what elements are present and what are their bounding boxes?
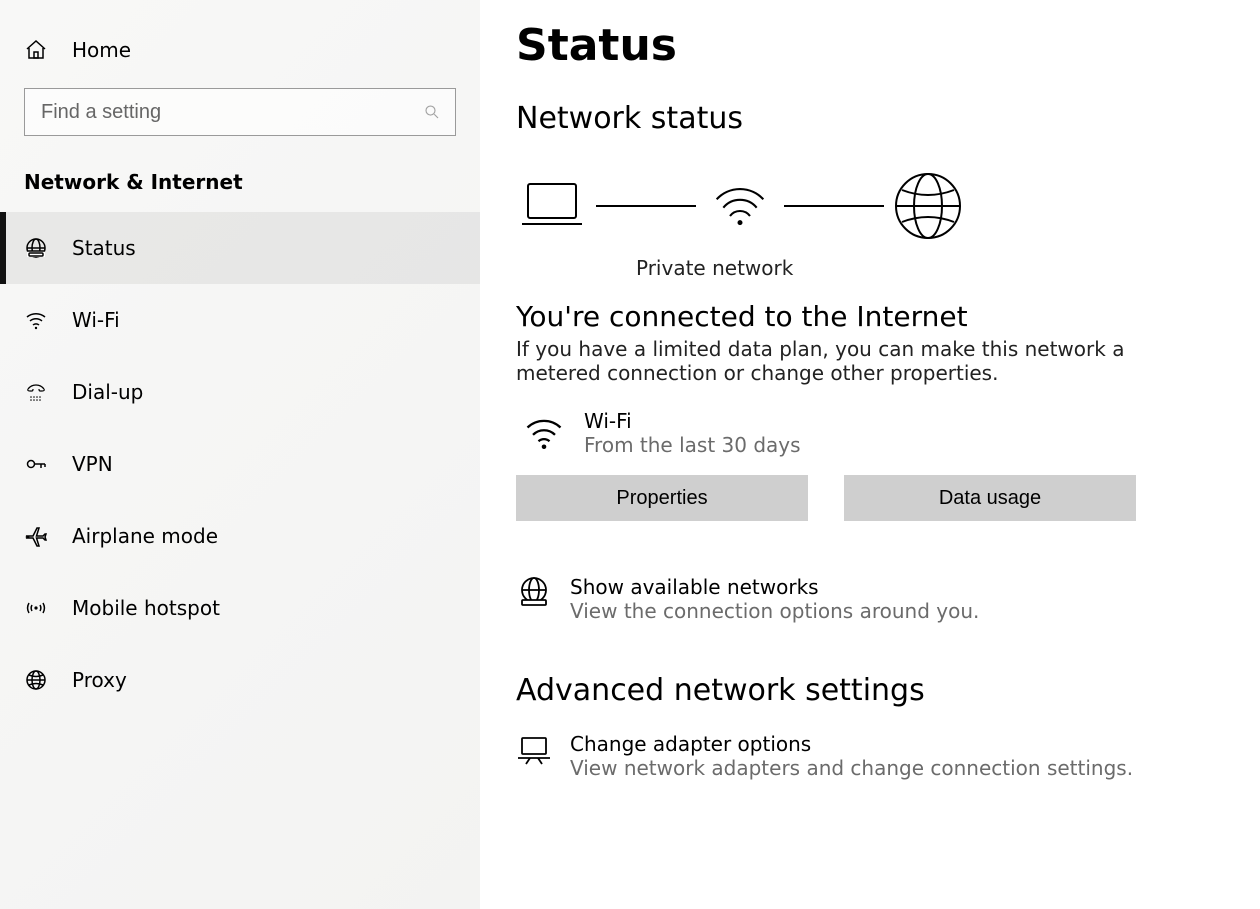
sidebar-item-airplane[interactable]: Airplane mode [0,500,480,572]
wifi-icon [704,170,776,242]
sidebar-home-label: Home [72,38,131,62]
sidebar-category: Network & Internet [0,152,480,212]
wifi-icon [522,411,566,455]
change-adapter-options[interactable]: Change adapter options View network adap… [516,732,1220,780]
settings-search[interactable] [24,88,456,136]
sidebar-item-vpn[interactable]: VPN [0,428,480,500]
sidebar-item-hotspot[interactable]: Mobile hotspot [0,572,480,644]
connected-heading: You're connected to the Internet [516,300,1220,333]
sidebar-item-proxy[interactable]: Proxy [0,644,480,716]
search-container [24,88,456,136]
network-label: Private network [516,256,1220,280]
link-title: Change adapter options [570,732,1133,756]
sidebar-item-label: Proxy [72,668,127,692]
data-usage-button[interactable]: Data usage [844,475,1136,521]
link-sub: View the connection options around you. [570,599,979,623]
connector-line [784,205,884,207]
sidebar-item-label: Dial-up [72,380,143,404]
vpn-icon [24,452,48,476]
connector-line [596,205,696,207]
connection-sub: From the last 30 days [584,433,801,457]
sidebar-item-label: Wi-Fi [72,308,120,332]
sidebar-item-label: Status [72,236,136,260]
sidebar-home[interactable]: Home [0,28,480,72]
dialup-icon [24,380,48,404]
hotspot-icon [24,596,48,620]
settings-sidebar: Home Network & Internet Sta [0,0,480,909]
link-sub: View network adapters and change connect… [570,756,1133,780]
main-content: Status Network status [480,0,1260,909]
sidebar-item-label: Airplane mode [72,524,218,548]
connected-description: If you have a limited data plan, you can… [516,337,1126,385]
connection-info: Wi-Fi From the last 30 days [516,409,1220,457]
connection-buttons: Properties Data usage [516,475,1220,521]
airplane-icon [24,524,48,548]
globe-icon [892,170,964,242]
home-icon [24,38,48,62]
sidebar-item-dialup[interactable]: Dial-up [0,356,480,428]
network-diagram [516,160,1220,250]
show-available-networks[interactable]: Show available networks View the connect… [516,575,1220,623]
globe-status-icon [24,236,48,260]
globe-network-icon [516,575,552,611]
adapter-icon [516,732,552,768]
wifi-icon [24,308,48,332]
page-title: Status [516,20,1220,71]
link-title: Show available networks [570,575,979,599]
laptop-icon [516,170,588,242]
search-icon [423,103,441,121]
properties-button[interactable]: Properties [516,475,808,521]
network-status-heading: Network status [516,101,1220,136]
search-input[interactable] [39,100,423,125]
sidebar-item-status[interactable]: Status [0,212,480,284]
sidebar-item-label: VPN [72,452,113,476]
sidebar-item-label: Mobile hotspot [72,596,220,620]
sidebar-item-wifi[interactable]: Wi-Fi [0,284,480,356]
advanced-heading: Advanced network settings [516,673,1220,708]
globe-icon [24,668,48,692]
connection-name: Wi-Fi [584,409,801,433]
